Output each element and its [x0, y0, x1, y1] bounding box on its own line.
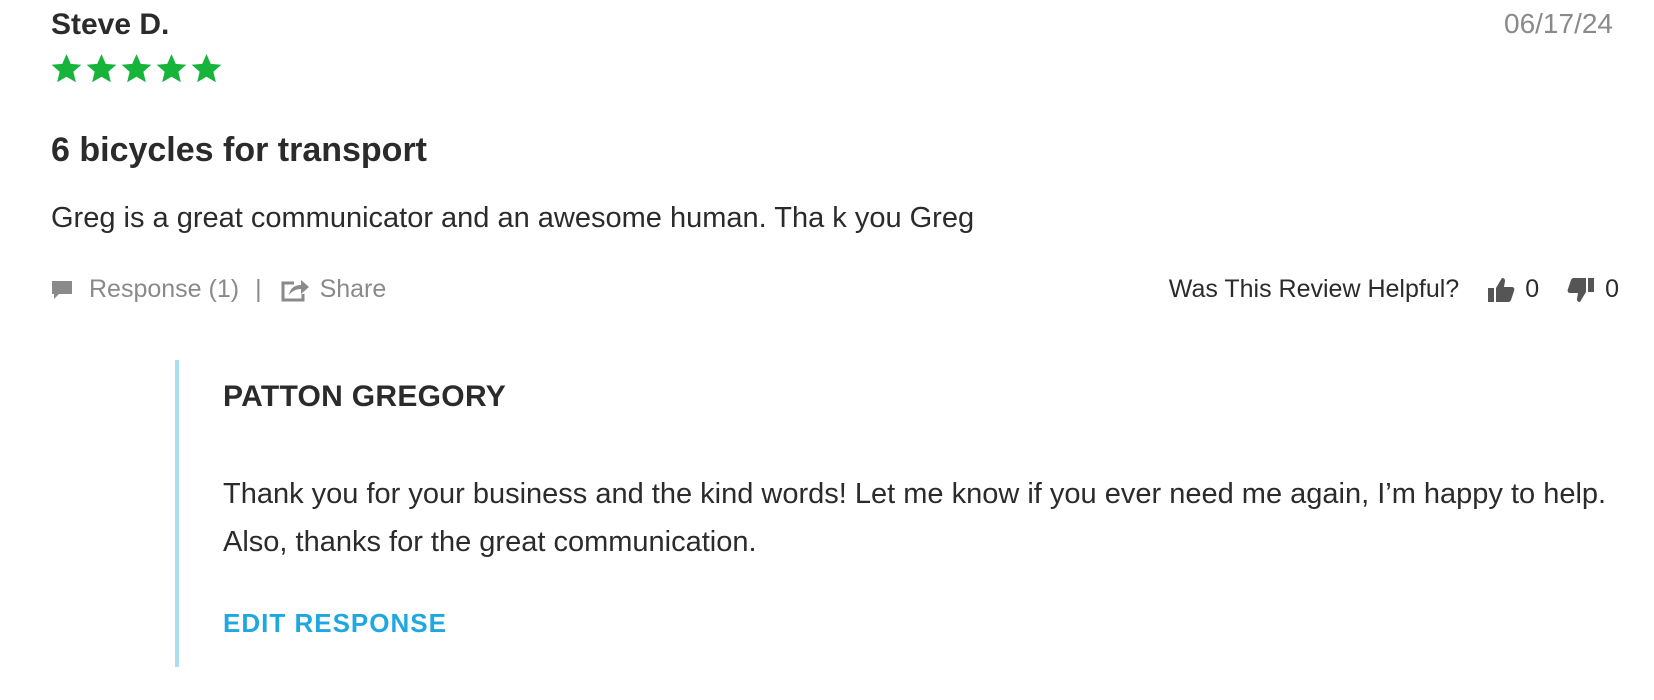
review-actions: Response (1) | Share [51, 275, 386, 304]
thumbs-up-icon [1487, 276, 1515, 304]
reviewer-name: Steve D. [51, 8, 170, 41]
comment-icon [51, 280, 73, 300]
action-separator: | [255, 275, 262, 303]
helpful-label: Was This Review Helpful? [1168, 275, 1460, 303]
review-card: Steve D. 06/17/24 6 bicycles for transpo… [0, 0, 1654, 700]
response-label: Response (1) [89, 275, 240, 303]
owner-response: PATTON GREGORY Thank you for your busine… [175, 360, 1619, 667]
thumbs-up-count: 0 [1525, 275, 1540, 303]
star-icon [50, 52, 83, 85]
share-icon [280, 278, 310, 302]
review-body: Greg is a great communicator and an awes… [51, 202, 975, 234]
review-title: 6 bicycles for transport [51, 131, 428, 169]
edit-response-button[interactable]: EDIT RESPONSE [223, 608, 447, 639]
thumbs-up-button[interactable]: 0 [1487, 275, 1539, 304]
response-link[interactable]: Response (1) [51, 275, 239, 304]
response-text: Thank you for your business and the kind… [223, 478, 1607, 558]
thumbs-down-icon [1567, 276, 1595, 304]
star-icon [155, 52, 188, 85]
star-icon [120, 52, 153, 85]
star-rating [50, 52, 223, 85]
star-icon [190, 52, 223, 85]
responder-name: PATTON GREGORY [223, 380, 507, 413]
share-link[interactable]: Share [280, 275, 387, 304]
review-date: 06/17/24 [1504, 8, 1613, 39]
share-label: Share [319, 275, 387, 303]
helpful-votes: Was This Review Helpful? 0 0 [1169, 275, 1619, 304]
thumbs-down-count: 0 [1605, 275, 1619, 303]
thumbs-down-button[interactable]: 0 [1567, 275, 1619, 304]
star-icon [85, 52, 118, 85]
